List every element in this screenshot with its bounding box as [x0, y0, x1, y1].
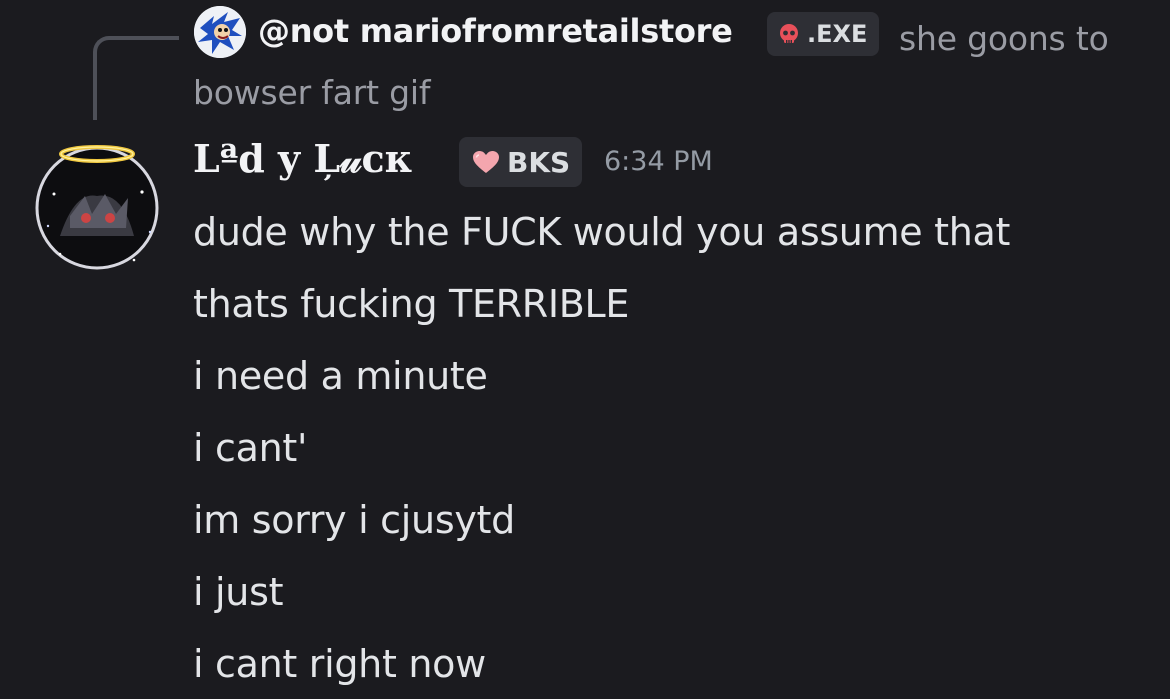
message-line: i just: [193, 570, 284, 614]
avatar-with-halo-icon: [35, 145, 159, 270]
chat-view: @not mariofromretailstore .EXE she goons…: [0, 0, 1170, 699]
message-timestamp[interactable]: 6:34 PM: [604, 146, 713, 177]
message-line: i cant': [193, 426, 308, 470]
message-line: dude why the FUCK would you assume that: [193, 210, 1011, 254]
message-content: dude why the FUCK would you assume that …: [193, 196, 1153, 699]
server-tag-label: BKS: [507, 145, 571, 179]
reply-preview-text[interactable]: she goons to bowser fart gif: [193, 12, 1148, 120]
message-line: i need a minute: [193, 354, 488, 398]
message-line: im sorry i cjusytd: [193, 498, 515, 542]
message-line: thats fucking TERRIBLE: [193, 282, 630, 326]
server-tag-bks[interactable]: BKS: [459, 137, 583, 187]
message-line: i cant right now: [193, 642, 486, 686]
author-avatar[interactable]: [30, 136, 164, 270]
author-name[interactable]: Lªd y Ļ𝓊ᴄᴋ: [193, 136, 412, 182]
reply-connector-line: [93, 36, 179, 120]
heart-icon: [473, 151, 499, 173]
